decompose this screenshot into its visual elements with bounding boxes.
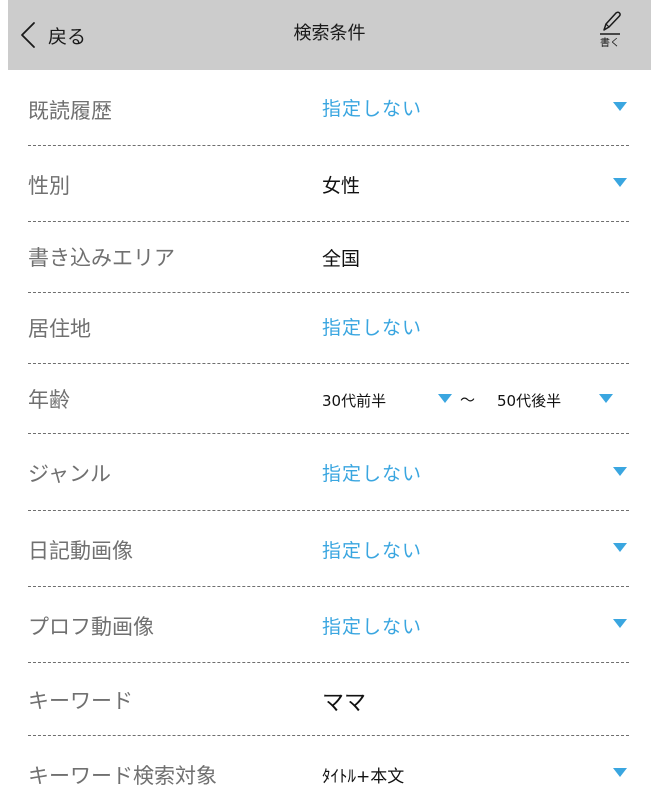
gender-select[interactable]: 女性 xyxy=(322,171,360,198)
row-genre[interactable]: ジャンル 指定しない xyxy=(28,434,629,511)
pen-icon xyxy=(595,10,625,36)
row-label: 性別 xyxy=(28,174,70,198)
residence-select[interactable]: 指定しない xyxy=(322,313,422,340)
dropdown-arrow-icon[interactable] xyxy=(613,619,627,628)
row-read-history[interactable]: 既読履歴 指定しない xyxy=(28,70,629,146)
row-profile-media[interactable]: プロフ動画像 指定しない xyxy=(28,587,629,663)
row-post-area[interactable]: 書き込みエリア 全国 xyxy=(28,222,629,293)
row-residence[interactable]: 居住地 指定しない xyxy=(28,293,629,364)
range-separator: 〜 xyxy=(460,391,476,409)
diary-media-select[interactable]: 指定しない xyxy=(322,536,422,563)
dropdown-arrow-icon[interactable] xyxy=(613,178,627,187)
genre-select[interactable]: 指定しない xyxy=(322,459,422,486)
chevron-left-icon xyxy=(20,21,36,49)
search-conditions-screen: 戻る 検索条件 書く 既読履歴 指定しない 性別 女性 書き込みエリア 全国 居… xyxy=(0,0,651,799)
row-label: 居住地 xyxy=(28,317,91,341)
read-history-select[interactable]: 指定しない xyxy=(322,94,422,121)
dropdown-arrow-icon[interactable] xyxy=(438,394,452,403)
dropdown-arrow-icon[interactable] xyxy=(599,394,613,403)
row-label: キーワード xyxy=(28,689,133,713)
dropdown-arrow-icon[interactable] xyxy=(613,768,627,777)
post-area-select[interactable]: 全国 xyxy=(322,244,360,271)
row-label: 書き込みエリア xyxy=(28,246,175,270)
write-label: 書く xyxy=(600,38,620,49)
row-label: 既読履歴 xyxy=(28,99,112,123)
row-keyword-target[interactable]: キーワード検索対象 ﾀｲﾄﾙ+本文 xyxy=(28,736,629,799)
row-label: 年齢 xyxy=(28,388,70,412)
back-button[interactable]: 戻る xyxy=(20,18,86,52)
dropdown-arrow-icon[interactable] xyxy=(613,467,627,476)
page-title: 検索条件 xyxy=(293,23,366,44)
write-button[interactable]: 書く xyxy=(595,10,625,58)
row-label: キーワード検索対象 xyxy=(28,764,217,788)
back-label: 戻る xyxy=(48,25,87,48)
row-label: プロフ動画像 xyxy=(28,615,154,639)
dropdown-arrow-icon[interactable] xyxy=(613,102,627,111)
row-keyword[interactable]: キーワード ママ xyxy=(28,663,629,736)
row-label: ジャンル xyxy=(28,462,111,486)
row-label: 日記動画像 xyxy=(28,539,133,563)
row-gender[interactable]: 性別 女性 xyxy=(28,146,629,222)
age-from-select[interactable]: 30代前半 xyxy=(322,390,386,411)
row-age[interactable]: 年齢 30代前半 〜 50代後半 xyxy=(28,364,629,434)
header-bar: 戻る 検索条件 書く xyxy=(8,0,651,70)
age-to-select[interactable]: 50代後半 xyxy=(497,390,561,411)
profile-media-select[interactable]: 指定しない xyxy=(322,612,422,639)
dropdown-arrow-icon[interactable] xyxy=(613,543,627,552)
keyword-input[interactable]: ママ xyxy=(322,685,366,717)
keyword-target-select[interactable]: ﾀｲﾄﾙ+本文 xyxy=(322,762,404,787)
row-diary-media[interactable]: 日記動画像 指定しない xyxy=(28,511,629,587)
